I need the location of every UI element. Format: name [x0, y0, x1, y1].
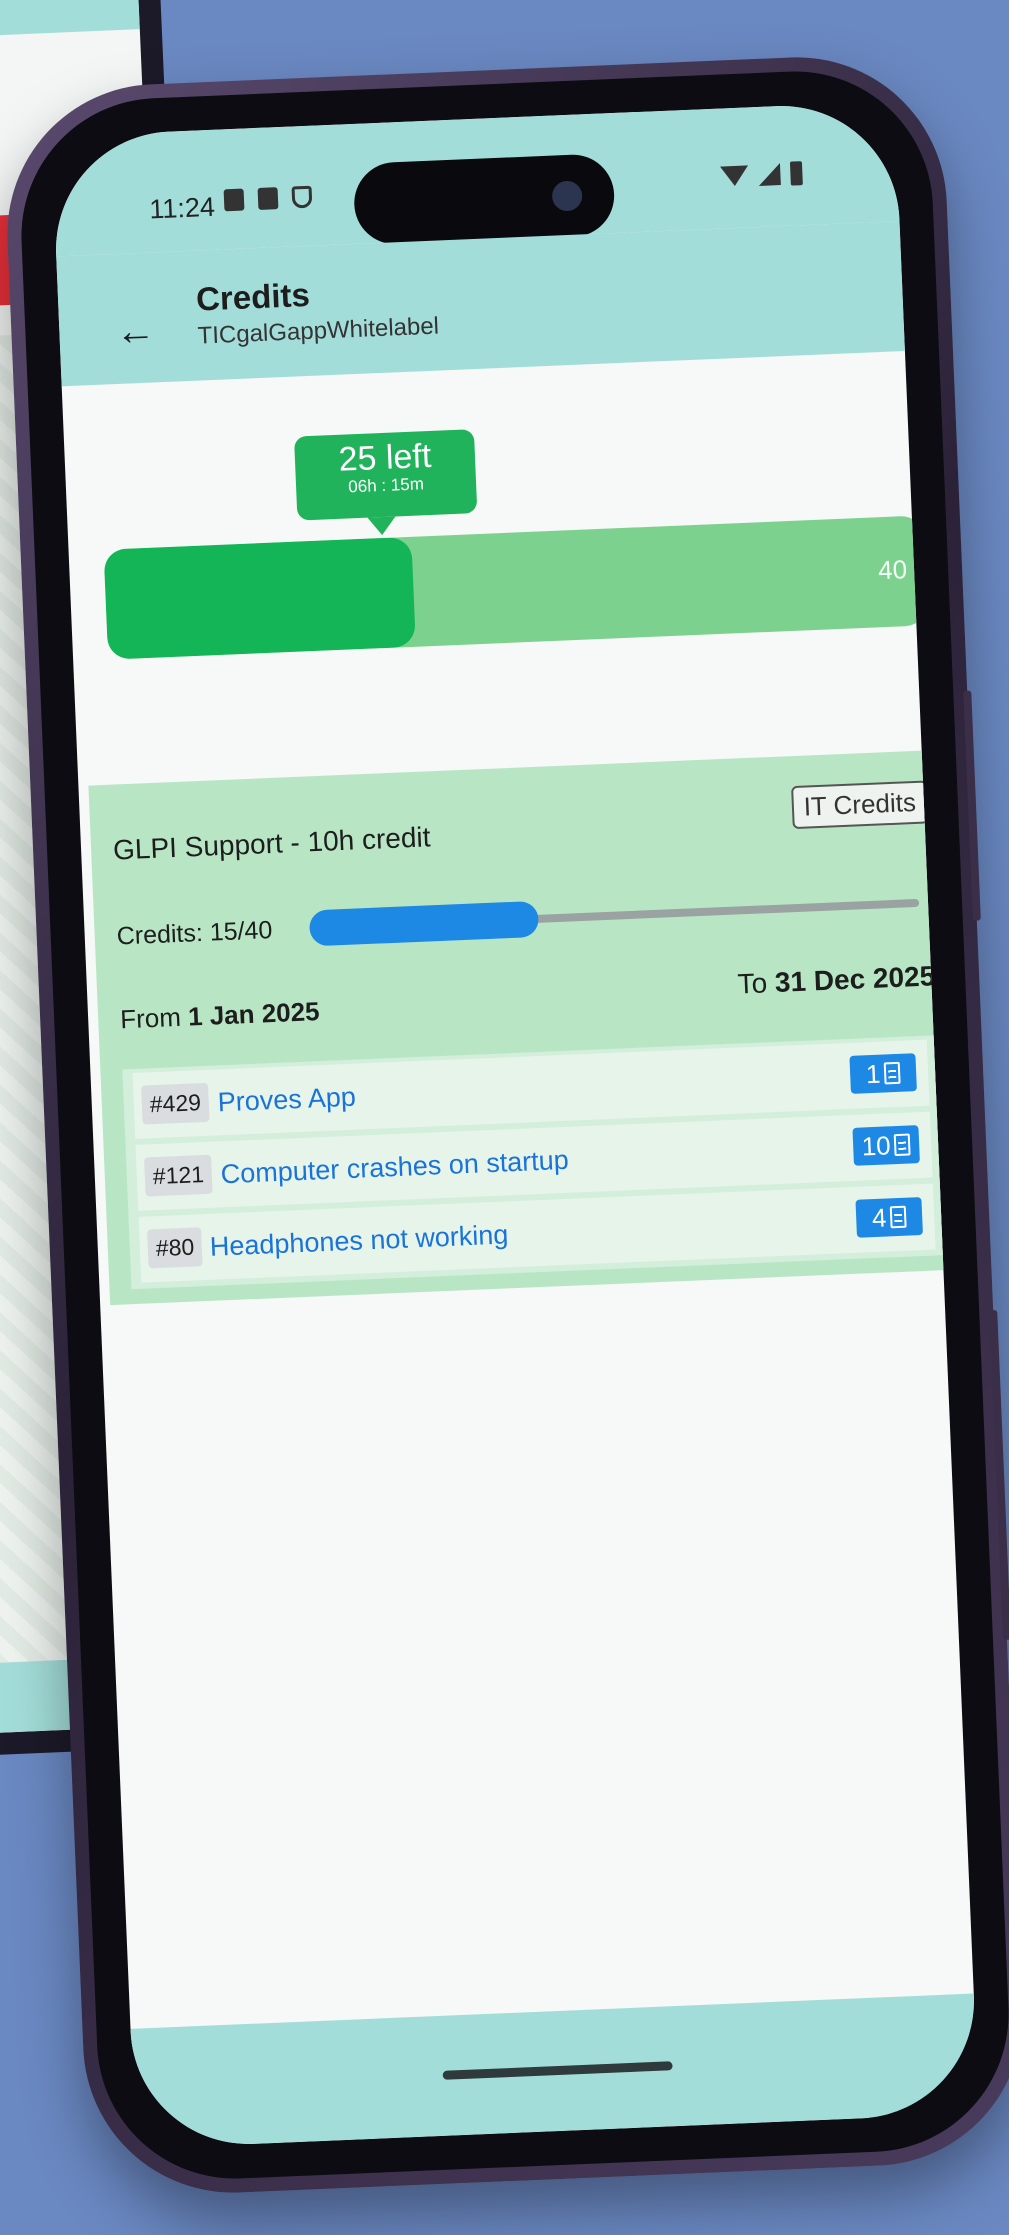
battery-icon	[789, 161, 803, 186]
status-icons-right	[720, 161, 803, 188]
shield-icon	[291, 185, 313, 209]
ticket-credit-count: 10	[852, 1125, 920, 1166]
credits-label: Credits: 15/40	[116, 916, 273, 951]
document-icon	[889, 1205, 907, 1229]
screen: 11:24 ← Credits TICgalGappWhitelabel 25 …	[51, 101, 979, 2149]
ticket-title[interactable]: Proves App	[217, 1082, 356, 1119]
page-subtitle: TICgalGappWhitelabel	[197, 312, 440, 350]
start-date-label: From	[119, 1001, 189, 1035]
status-time: 11:24	[148, 191, 216, 225]
dynamic-island	[352, 153, 616, 246]
usage-progress-fill	[103, 536, 416, 660]
end-date-value: 31 Dec 2025	[774, 960, 936, 998]
ticket-id: #121	[144, 1154, 213, 1197]
document-icon	[894, 1133, 912, 1157]
credits-progress-fill	[308, 900, 539, 947]
sim-card-icon	[223, 188, 245, 212]
page-title: Credits	[195, 275, 311, 318]
end-date-label: To	[736, 967, 776, 1000]
contract-type-badge: IT Credits	[790, 780, 929, 830]
status-icons-left	[223, 185, 313, 212]
ticket-list: #429 Proves App 1 #121 Computer crashes …	[122, 1035, 946, 1290]
phone: 11:24 ← Credits TICgalGappWhitelabel 25 …	[1, 51, 1009, 2199]
credits-progress-track	[308, 898, 920, 947]
document-icon	[883, 1061, 901, 1085]
usage-total: 40	[877, 554, 908, 586]
credits-left-tooltip: 25 left 06h : 15m	[293, 429, 478, 521]
camera-icon	[551, 180, 583, 212]
back-arrow-icon[interactable]: ←	[115, 308, 157, 354]
usage-progress-bar: 40	[103, 515, 928, 660]
ticket-id: #429	[141, 1082, 210, 1125]
ticket-id: #80	[147, 1227, 204, 1269]
contract-name: GLPI Support - 10h credit	[112, 821, 432, 866]
start-date: From 1 Jan 2025	[120, 996, 321, 1035]
signal-icon	[757, 163, 781, 186]
ticket-credit-count: 4	[855, 1197, 923, 1238]
notification-icon	[257, 187, 279, 210]
start-date-value: 1 Jan 2025	[187, 996, 321, 1032]
content: 25 left 06h : 15m 40 GLPI Support - 10h …	[62, 351, 979, 2149]
ticket-credit-count: 1	[849, 1053, 917, 1094]
contract-card[interactable]: GLPI Support - 10h credit IT Credits Cre…	[88, 749, 970, 1306]
ticket-count-value: 4	[871, 1202, 888, 1233]
end-date: To 31 Dec 2025	[737, 960, 936, 1000]
ticket-count-value: 10	[861, 1129, 892, 1161]
ticket-title[interactable]: Headphones not working	[209, 1219, 509, 1262]
ticket-count-value: 1	[865, 1058, 882, 1089]
home-indicator[interactable]	[442, 2061, 673, 2080]
phone-bezel: 11:24 ← Credits TICgalGappWhitelabel 25 …	[15, 65, 1009, 2185]
background-topbar	[0, 0, 140, 41]
ticket-title[interactable]: Computer crashes on startup	[220, 1145, 569, 1191]
wifi-icon	[720, 165, 749, 187]
